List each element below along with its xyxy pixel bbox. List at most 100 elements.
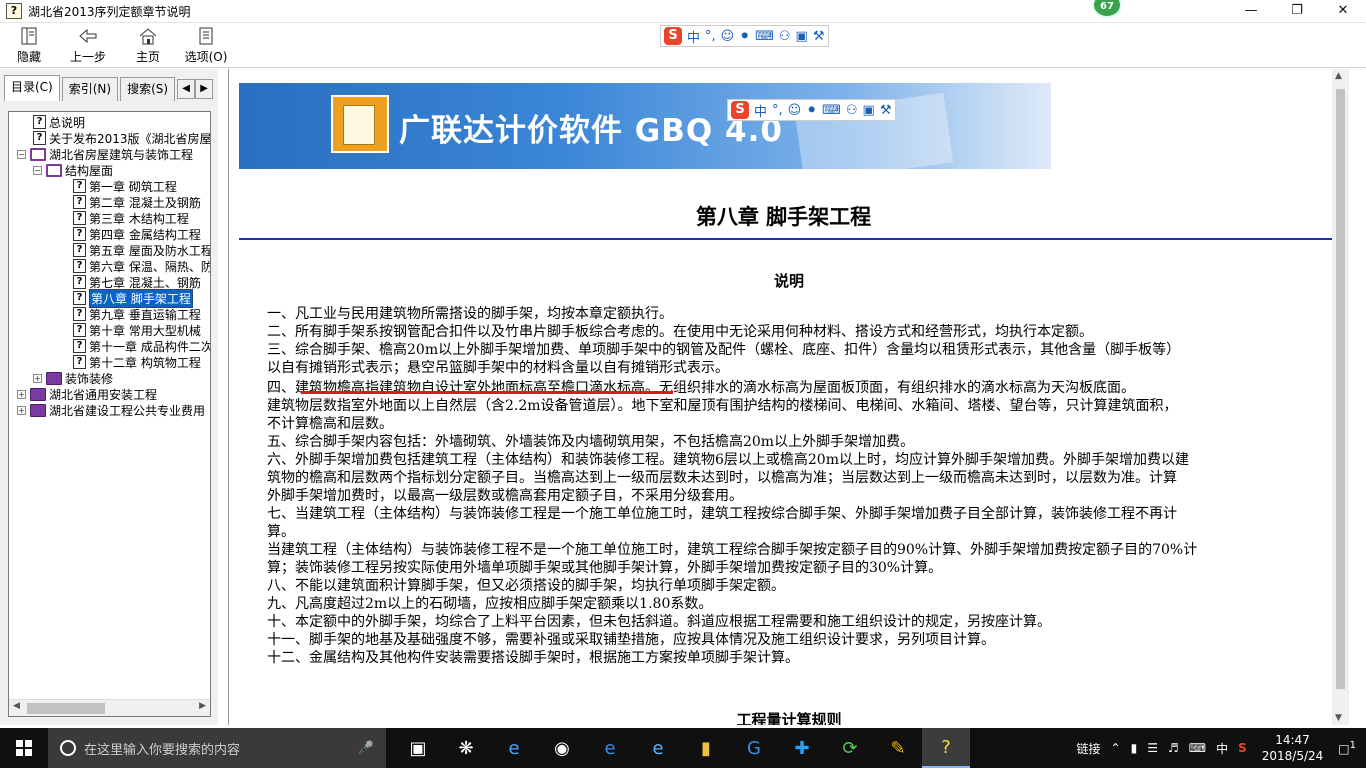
home-button[interactable]: 主页 [118, 23, 178, 67]
wrench-icon[interactable]: ⚒ [880, 103, 892, 118]
chrome-like-app-icon[interactable]: ◉ [538, 728, 586, 768]
content-pane: 广联达计价软件 GBQ 4.0 S 中 °, ☺ ⚫ ⌨ ⚇ ▣ ⚒ 第八章 脚… [228, 69, 1349, 725]
scroll-left-icon[interactable]: ◀ [13, 701, 20, 711]
collapse-icon[interactable]: − [33, 165, 42, 175]
sogou-tray-icon[interactable]: S [1238, 741, 1247, 755]
plus-app-icon[interactable]: ✚ [778, 728, 826, 768]
tree-item[interactable]: ? 第八章 脚手架工程 [73, 288, 193, 308]
collapse-icon[interactable]: − [17, 149, 26, 159]
tree-item[interactable]: ? 第十一章 成品构件二次 [73, 338, 210, 354]
clock[interactable]: 14:47 2018/5/24 [1262, 732, 1324, 764]
ime-punct[interactable]: °, [772, 103, 783, 118]
paragraph-line: 一、凡工业与民用建筑物所需搭设的脚手架，均按本章定额执行。 [267, 306, 673, 322]
tree-item[interactable]: + 湖北省建设工程公共专业费用 [17, 402, 205, 418]
microphone-icon[interactable]: 🎤 [358, 741, 374, 756]
ime-mode[interactable]: 中 [687, 27, 700, 46]
ime-mode[interactable]: 中 [754, 101, 767, 120]
tab-scroll-right-button[interactable]: ▶ [195, 79, 214, 99]
tree-item[interactable]: ? 第一章 砌筑工程 [73, 178, 177, 194]
notification-center-icon[interactable]: □1 [1338, 740, 1356, 756]
tab-contents[interactable]: 目录(C) [4, 75, 60, 101]
tree-item[interactable]: ? 第三章 木结构工程 [73, 210, 189, 226]
scroll-right-icon[interactable]: ▶ [199, 701, 206, 711]
user-icon[interactable]: ⚇ [779, 29, 791, 44]
tree-item[interactable]: ? 第六章 保温、隔热、防 [73, 258, 210, 274]
notification-badge[interactable]: 67 [1092, 0, 1122, 18]
hide-button[interactable]: 隐藏 [0, 23, 58, 67]
expand-icon[interactable]: + [33, 373, 42, 383]
skin-icon[interactable]: ▣ [863, 103, 875, 118]
task-view-icon[interactable]: ▣ [394, 728, 442, 768]
tree-item[interactable]: ? 第五章 屋面及防水工程 [73, 242, 211, 258]
tree-item[interactable]: ? 第十章 常用大型机械 [73, 322, 201, 338]
notes-app-icon[interactable]: ✎ [874, 728, 922, 768]
back-button[interactable]: 上一步 [58, 23, 118, 67]
tree-item[interactable]: ? 总说明 [33, 114, 85, 130]
ime-punct[interactable]: °, [705, 29, 716, 44]
ime-floating-toolbar[interactable]: S 中 °, ☺ ⚫ ⌨ ⚇ ▣ ⚒ [727, 99, 896, 121]
banner-title: 广联达计价软件 GBQ 4.0 [399, 113, 783, 149]
input-language[interactable]: 中 [1216, 740, 1228, 757]
file-explorer-icon[interactable]: ▮ [682, 728, 730, 768]
ie-browser-icon[interactable]: e [586, 728, 634, 768]
tree-item[interactable]: ? 关于发布2013版《湖北省房屋 [33, 130, 210, 146]
tray-link-label[interactable]: 链接 [1077, 740, 1101, 757]
paragraph-line: 建筑物层数指室外地面以上自然层（含2.2m设备管道层）。地下室和屋顶有围护结构的… [267, 398, 1178, 414]
scroll-down-icon[interactable]: ▼ [1335, 713, 1342, 723]
tree-item-label: 装饰装修 [65, 371, 114, 386]
keyboard-icon[interactable]: ⌨ [1189, 741, 1206, 755]
microphone-icon[interactable]: ⚫ [806, 103, 817, 118]
tab-index[interactable]: 索引(N) [61, 77, 119, 101]
tree-item[interactable]: − 结构屋面 [33, 162, 113, 178]
tree-item[interactable]: ? 第九章 垂直运输工程 [73, 306, 201, 322]
maximize-button[interactable]: ❐ [1274, 0, 1320, 23]
edge-browser-icon[interactable]: e [490, 728, 538, 768]
start-button[interactable] [0, 728, 48, 768]
tree-item-label: 湖北省通用安装工程 [49, 387, 158, 402]
minimize-button[interactable]: — [1228, 0, 1274, 23]
tree-item[interactable]: + 湖北省通用安装工程 [17, 386, 157, 402]
network-icon[interactable]: ☰ [1147, 741, 1158, 755]
home-label: 主页 [135, 50, 160, 64]
paragraph-line: 五、综合脚手架内容包括：外墙砌筑、外墙装饰及内墙砌筑用架，不包括檐高20m以上外… [267, 434, 915, 450]
close-button[interactable]: ✕ [1320, 0, 1366, 23]
ie-alt-icon[interactable]: e [634, 728, 682, 768]
skin-icon[interactable]: ▣ [796, 29, 808, 44]
emoji-icon[interactable]: ☺ [788, 103, 802, 118]
tree-item[interactable]: + 装饰装修 [33, 370, 113, 386]
scroll-up-icon[interactable]: ▲ [1335, 71, 1342, 81]
expand-icon[interactable]: + [17, 405, 26, 415]
ime-toolbar[interactable]: S 中 °, ☺ ⚫ ⌨ ⚇ ▣ ⚒ [660, 25, 829, 47]
content-vertical-scrollbar[interactable]: ▲ ▼ [1332, 69, 1349, 725]
tray-expand-icon[interactable]: ⌃ [1111, 741, 1121, 755]
scroll-thumb[interactable] [1336, 89, 1345, 689]
wrench-icon[interactable]: ⚒ [813, 29, 825, 44]
volume-icon[interactable]: ♬ [1168, 741, 1179, 755]
tree-item[interactable]: − 湖北省房屋建筑与装饰工程 [17, 146, 193, 162]
paragraph-line: 六、外脚手架增加费包括建筑工程（主体结构）和装饰装修工程。建筑物6层以上或檐高2… [267, 452, 1189, 468]
user-icon[interactable]: ⚇ [846, 103, 858, 118]
pinwheel-app-icon[interactable]: ❋ [442, 728, 490, 768]
paragraph-line: 不计算檐高和层数。 [267, 416, 393, 432]
options-button[interactable]: 选项(O) [178, 23, 234, 67]
taskbar-search-box[interactable]: 在这里输入你要搜索的内容 🎤 [48, 728, 386, 768]
emoji-icon[interactable]: ☺ [721, 29, 735, 44]
green-refresh-icon[interactable]: ⟳ [826, 728, 874, 768]
expand-icon[interactable]: + [17, 389, 26, 399]
scroll-thumb[interactable] [27, 703, 105, 714]
microphone-icon[interactable]: ⚫ [739, 29, 750, 44]
battery-icon[interactable]: ▮ [1131, 741, 1138, 755]
tree-item[interactable]: ? 第四章 金属结构工程 [73, 226, 201, 242]
contents-tree[interactable]: ? 总说明? 关于发布2013版《湖北省房屋 − 湖北省房屋建筑与装饰工程 − 结构屋面? 第… [8, 111, 211, 717]
tab-search[interactable]: 搜索(S) [120, 77, 176, 101]
tree-item[interactable]: ? 第十二章 构筑物工程 [73, 354, 201, 370]
tree-horizontal-scrollbar[interactable]: ◀ ▶ [9, 699, 210, 716]
keyboard-icon[interactable]: ⌨ [822, 103, 841, 118]
help-page-icon: ? [33, 115, 46, 129]
glodon-g-icon[interactable]: G [730, 728, 778, 768]
help-viewer-task-icon[interactable]: ? [922, 728, 970, 768]
tab-scroll-left-button[interactable]: ◀ [177, 79, 196, 99]
tree-item-label: 第五章 屋面及防水工程 [89, 243, 211, 258]
tree-item[interactable]: ? 第二章 混凝土及钢筋 [73, 194, 201, 210]
keyboard-icon[interactable]: ⌨ [755, 29, 774, 44]
